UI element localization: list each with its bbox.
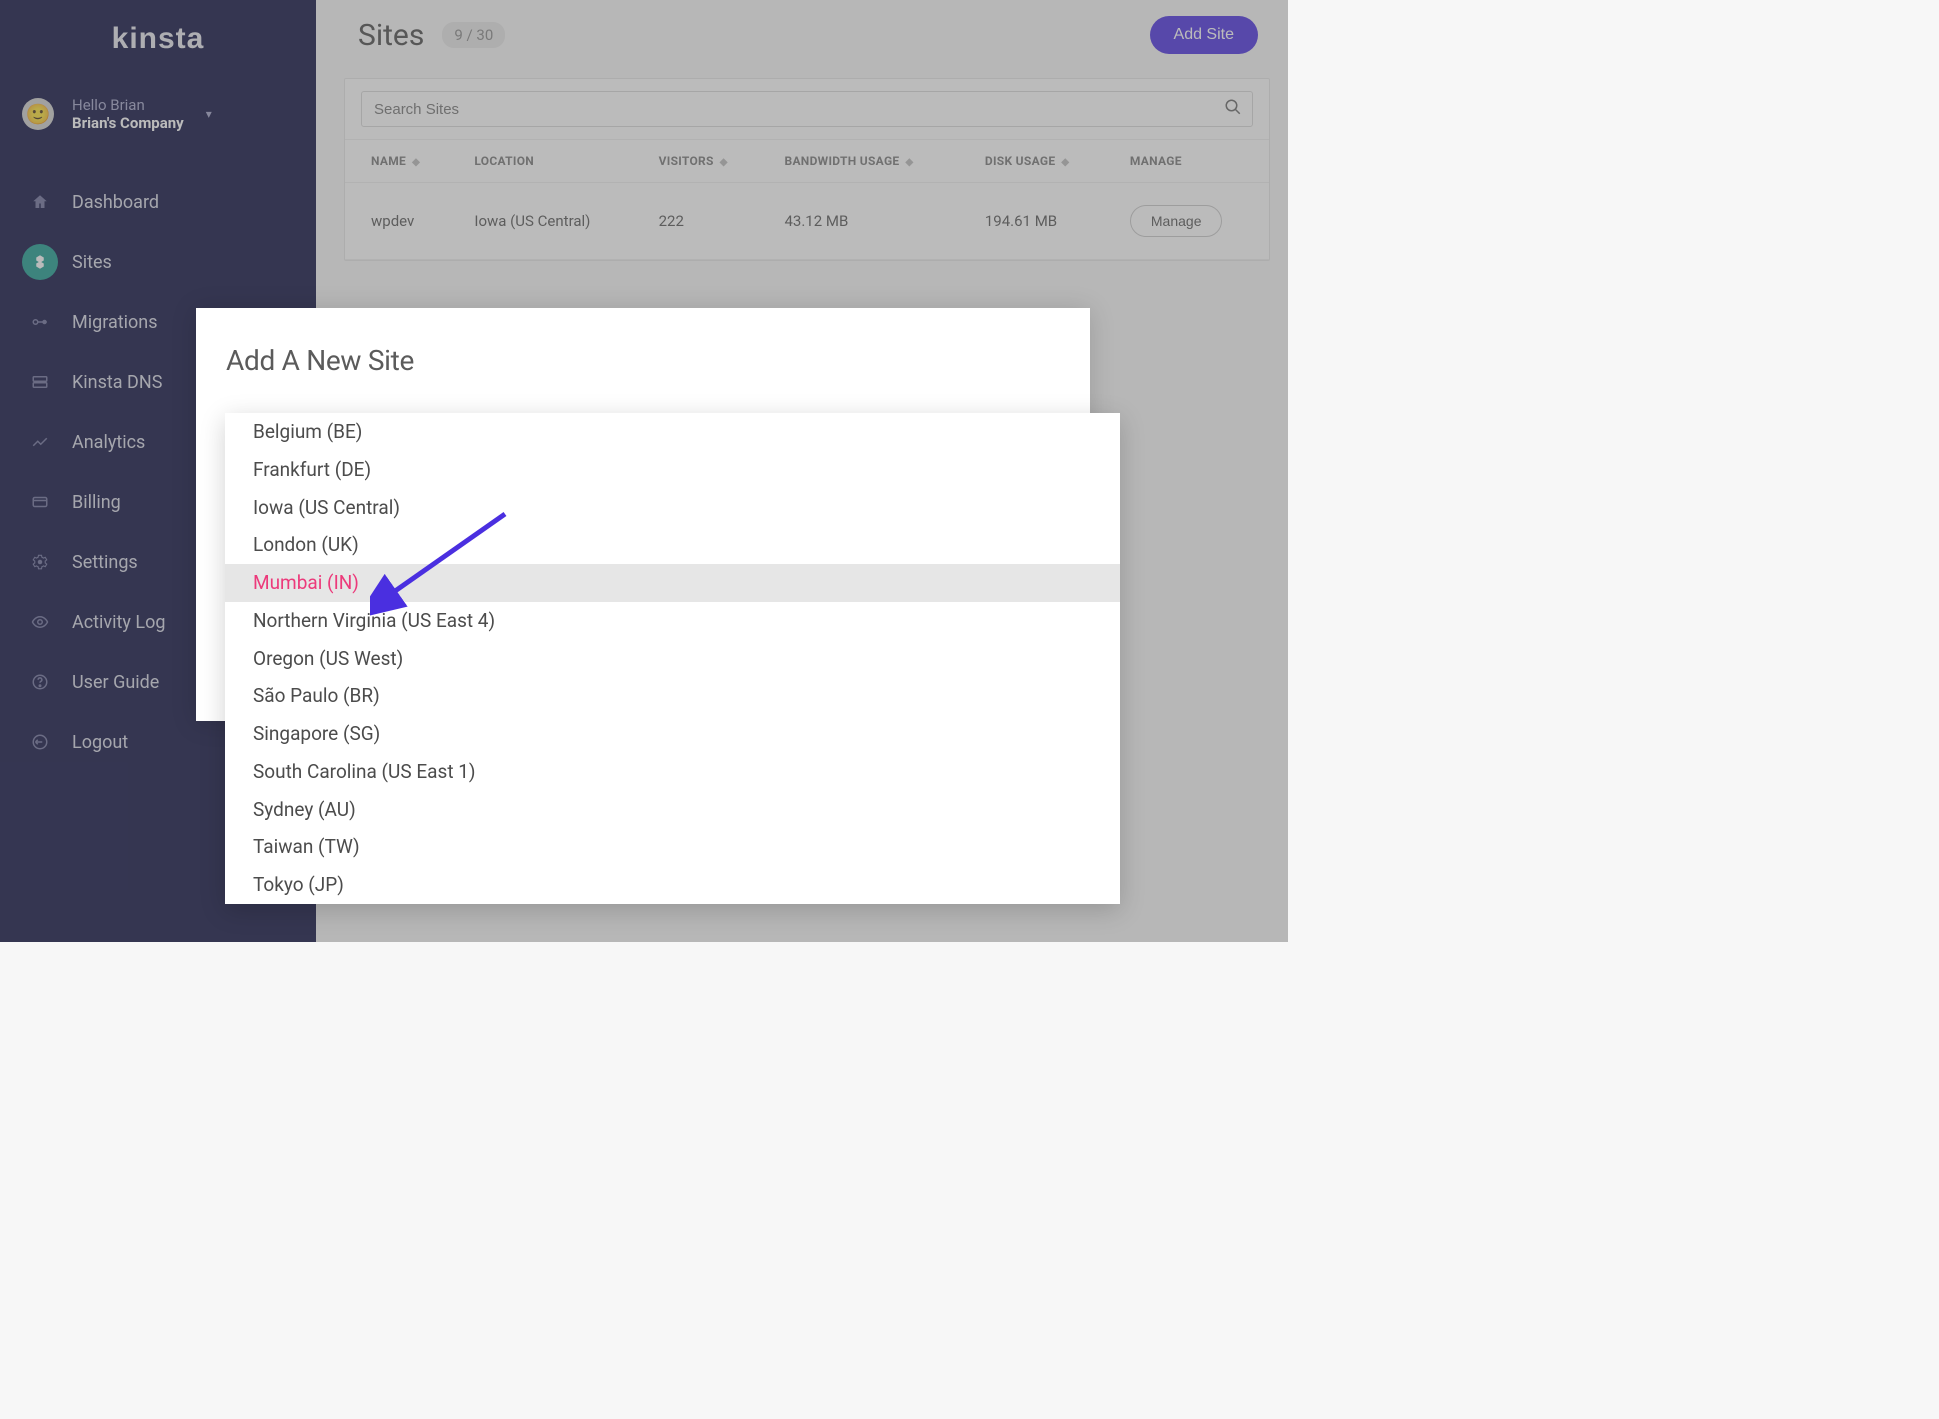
location-option[interactable]: London (UK) xyxy=(225,526,1120,564)
location-option[interactable]: Sydney (AU) xyxy=(225,791,1120,829)
location-option[interactable]: Frankfurt (DE) xyxy=(225,451,1120,489)
location-option[interactable]: Northern Virginia (US East 4) xyxy=(225,602,1120,640)
location-option[interactable]: Mumbai (IN) xyxy=(225,564,1120,602)
location-option[interactable]: São Paulo (BR) xyxy=(225,677,1120,715)
location-option[interactable]: Taiwan (TW) xyxy=(225,828,1120,866)
location-option[interactable]: Iowa (US Central) xyxy=(225,489,1120,527)
location-dropdown: Belgium (BE)Frankfurt (DE)Iowa (US Centr… xyxy=(225,413,1120,904)
location-option[interactable]: Oregon (US West) xyxy=(225,640,1120,678)
modal-title: Add A New Site xyxy=(226,344,1060,377)
location-option[interactable]: South Carolina (US East 1) xyxy=(225,753,1120,791)
location-option[interactable]: Tokyo (JP) xyxy=(225,866,1120,904)
location-option[interactable]: Belgium (BE) xyxy=(225,413,1120,451)
location-option[interactable]: Singapore (SG) xyxy=(225,715,1120,753)
